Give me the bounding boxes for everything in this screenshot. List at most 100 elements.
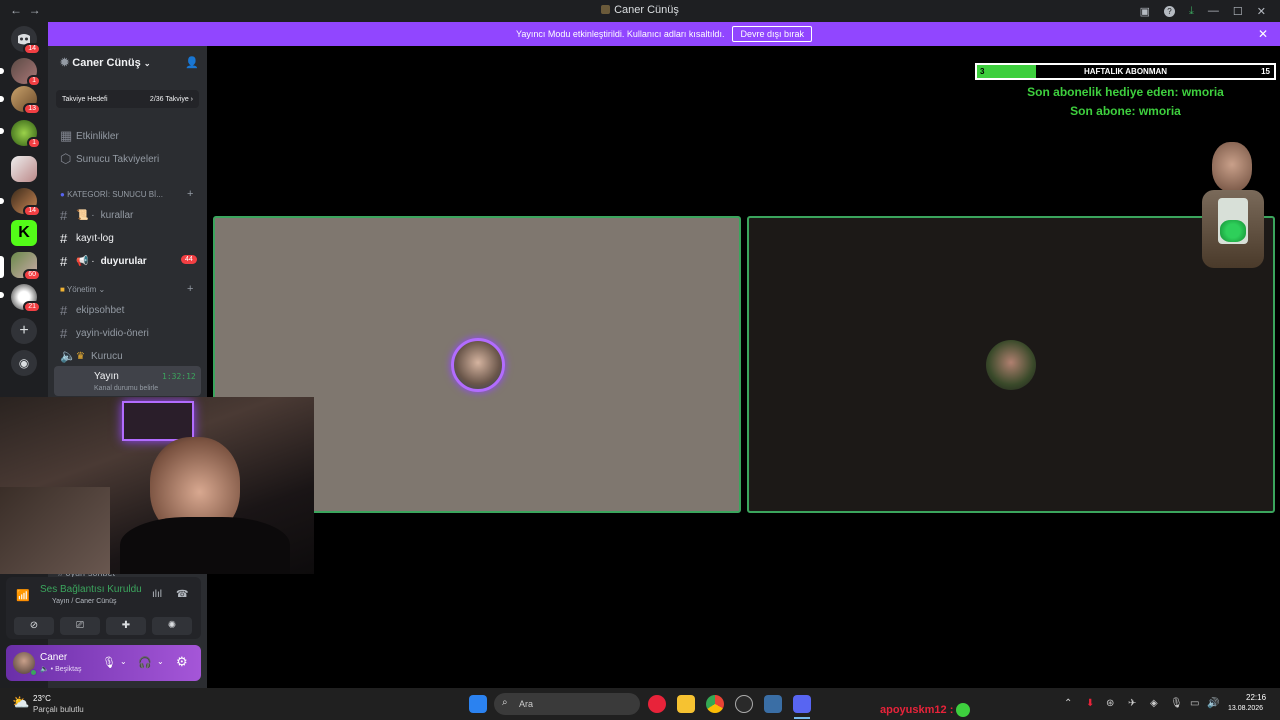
online-status-dot: [30, 669, 37, 676]
tray-volume-icon[interactable]: 🔊: [1207, 698, 1219, 709]
add-channel-icon[interactable]: +: [187, 188, 193, 200]
help-icon[interactable]: ?: [1164, 5, 1176, 17]
channel-status-prompt[interactable]: Kanal durumu belirle: [94, 385, 158, 392]
microphone-icon[interactable]: 🎙: [102, 656, 116, 669]
tray-chevron-icon[interactable]: ⌃: [1064, 698, 1072, 709]
server-icon-2[interactable]: 13: [11, 86, 41, 115]
server-icon-4[interactable]: [11, 156, 37, 182]
server-boosts-label: Sunucu Takviyeleri: [76, 153, 160, 165]
participant-tile[interactable]: [747, 216, 1275, 513]
sub-goal-target: 15: [1261, 67, 1270, 76]
events-item[interactable]: ▦ Etkinlikler: [60, 128, 119, 144]
username[interactable]: Caner: [40, 652, 67, 663]
minimize-icon[interactable]: —: [1208, 5, 1219, 17]
noise-suppression-icon[interactable]: ılıl: [152, 589, 162, 600]
download-icon[interactable]: ⤓: [1189, 5, 1194, 18]
events-label: Etkinlikler: [76, 130, 119, 142]
boost-goal-bar[interactable]: Takviye Hedefi 2/36 Takviye ›: [56, 90, 199, 108]
channel-label: duyurular: [100, 256, 147, 267]
screen-share-button[interactable]: ⎚: [60, 617, 100, 635]
voice-channel-yayin[interactable]: Yayın 1:32:12 Kanal durumu belirle: [54, 366, 201, 396]
channel-label: kurallar: [100, 210, 134, 221]
close-window-icon[interactable]: ✕: [1257, 5, 1266, 18]
hash-icon: #: [60, 254, 68, 269]
chevron-down-icon[interactable]: ⌄: [157, 657, 164, 666]
disable-streamer-mode-button[interactable]: Devre dışı bırak: [732, 26, 812, 42]
server-icon-3[interactable]: 1: [11, 120, 41, 149]
unread-pill: [0, 292, 4, 298]
weather-cloud-icon[interactable]: ⛅: [12, 694, 29, 711]
channel-kurallar[interactable]: # 📜 · kurallar: [60, 208, 133, 223]
gear-icon: ✹: [60, 57, 70, 69]
user-panel: Caner 🔈 • Beşiktaş 🎙 ⌄ 🎧 ⌄ ⚙: [6, 645, 201, 681]
voice-channel-kurucu[interactable]: 🔈 ♛ Kurucu: [60, 348, 123, 364]
add-server-icon[interactable]: +: [11, 318, 37, 344]
settings-gear-icon[interactable]: ⚙: [176, 654, 188, 670]
channel-yayin-vidio-oneri[interactable]: # yayin-vidio-öneri: [60, 326, 149, 341]
channel-ekipsohbet[interactable]: # ekipsohbet: [60, 303, 124, 318]
file-explorer-icon[interactable]: [677, 695, 695, 713]
tray-network-icon[interactable]: ▭: [1190, 698, 1199, 709]
disconnect-icon[interactable]: ☎: [176, 589, 188, 600]
category-header[interactable]: ● KATEGORİ: SUNUCU Bİ...: [60, 190, 163, 199]
camera-off-button[interactable]: ⊘: [14, 617, 54, 635]
category-yonetim[interactable]: ■ Yönetim ⌄: [60, 285, 105, 294]
tray-app-icon[interactable]: ⊛: [1106, 698, 1114, 709]
channel-duyurular[interactable]: # 📢 · duyurular: [60, 254, 147, 269]
tray-app-icon[interactable]: ✈: [1128, 698, 1136, 709]
voice-status[interactable]: Ses Bağlantısı Kuruldu: [40, 584, 142, 595]
webcam-overlay: [0, 397, 314, 574]
invite-people-icon[interactable]: 👤: [185, 56, 199, 69]
banner-close-icon[interactable]: ✕: [1258, 27, 1268, 41]
chevron-down-icon[interactable]: ⌄: [120, 657, 127, 666]
server-icon-7[interactable]: 21: [11, 284, 41, 313]
tray-app-icon[interactable]: ⬇: [1086, 698, 1094, 709]
server-icon-selected[interactable]: 60: [11, 252, 41, 281]
chat-overlay-username: apoyuskm12 :: [880, 704, 954, 716]
soundboard-button[interactable]: ✺: [152, 617, 192, 635]
server-icon-1[interactable]: 1: [11, 58, 41, 87]
window-titlebar: ← → Caner Cünüş ▣ ? ⤓ — ☐ ✕: [0, 0, 1280, 22]
voice-connection-panel: 📶 Ses Bağlantısı Kuruldu Yayın / Caner C…: [6, 577, 201, 639]
chevron-down-icon: ⌄: [98, 285, 106, 294]
discord-taskbar-icon[interactable]: [793, 695, 811, 713]
signal-icon[interactable]: 📶: [16, 589, 30, 602]
custom-status[interactable]: 🔈 • Beşiktaş: [40, 665, 82, 673]
windows-start-icon[interactable]: [469, 695, 487, 713]
taskbar-search[interactable]: ⌕ Ara: [494, 693, 640, 715]
add-channel-icon[interactable]: +: [187, 283, 193, 295]
server-icon: [601, 5, 611, 14]
activities-button[interactable]: ✚: [106, 617, 146, 635]
app-icon-2[interactable]: [764, 695, 782, 713]
channel-kayit-log[interactable]: # kayıt-log: [60, 231, 114, 246]
app-icon[interactable]: [735, 695, 753, 713]
server-name-header[interactable]: ✹ Caner Cünüş ⌄: [60, 56, 151, 69]
streamer-mode-banner: Yayıncı Modu etkinleştirildi. Kullanıcı …: [48, 22, 1280, 46]
last-sub-text: Son abone: wmoria: [1070, 104, 1181, 118]
discover-icon[interactable]: ◉: [11, 350, 37, 376]
server-icon-5[interactable]: 14: [11, 188, 41, 217]
hash-icon: #: [60, 303, 68, 318]
unread-pill: [0, 198, 4, 204]
media-player-icon[interactable]: [648, 695, 666, 713]
tray-mic-icon[interactable]: 🎙: [1170, 698, 1183, 709]
kick-server-icon[interactable]: K: [11, 220, 37, 246]
server-boosts-item[interactable]: ⬡ Sunucu Takviyeleri: [60, 151, 159, 167]
banner-message: Yayıncı Modu etkinleştirildi. Kullanıcı …: [516, 29, 725, 39]
weather-temperature[interactable]: 23°C: [33, 694, 51, 703]
voice-timer: 1:32:12: [162, 372, 196, 381]
tray-app-icon[interactable]: ◈: [1150, 698, 1158, 709]
inbox-icon[interactable]: ▣: [1140, 5, 1150, 18]
direct-messages-icon[interactable]: 14: [11, 26, 41, 55]
headphones-icon[interactable]: 🎧: [138, 656, 152, 669]
voice-location[interactable]: Yayın / Caner Cünüş: [52, 598, 116, 605]
participant-avatar[interactable]: [451, 338, 505, 392]
weather-description[interactable]: Parçalı bulutlu: [33, 705, 84, 714]
participant-avatar[interactable]: [986, 340, 1036, 390]
channel-emoji: 📢 ·: [76, 256, 95, 267]
clock-date[interactable]: 13.08.2026: [1228, 705, 1263, 712]
chrome-icon[interactable]: [706, 695, 724, 713]
channel-label: ekipsohbet: [76, 305, 125, 316]
clock-time[interactable]: 22:16: [1246, 693, 1266, 702]
maximize-icon[interactable]: ☐: [1233, 5, 1243, 18]
